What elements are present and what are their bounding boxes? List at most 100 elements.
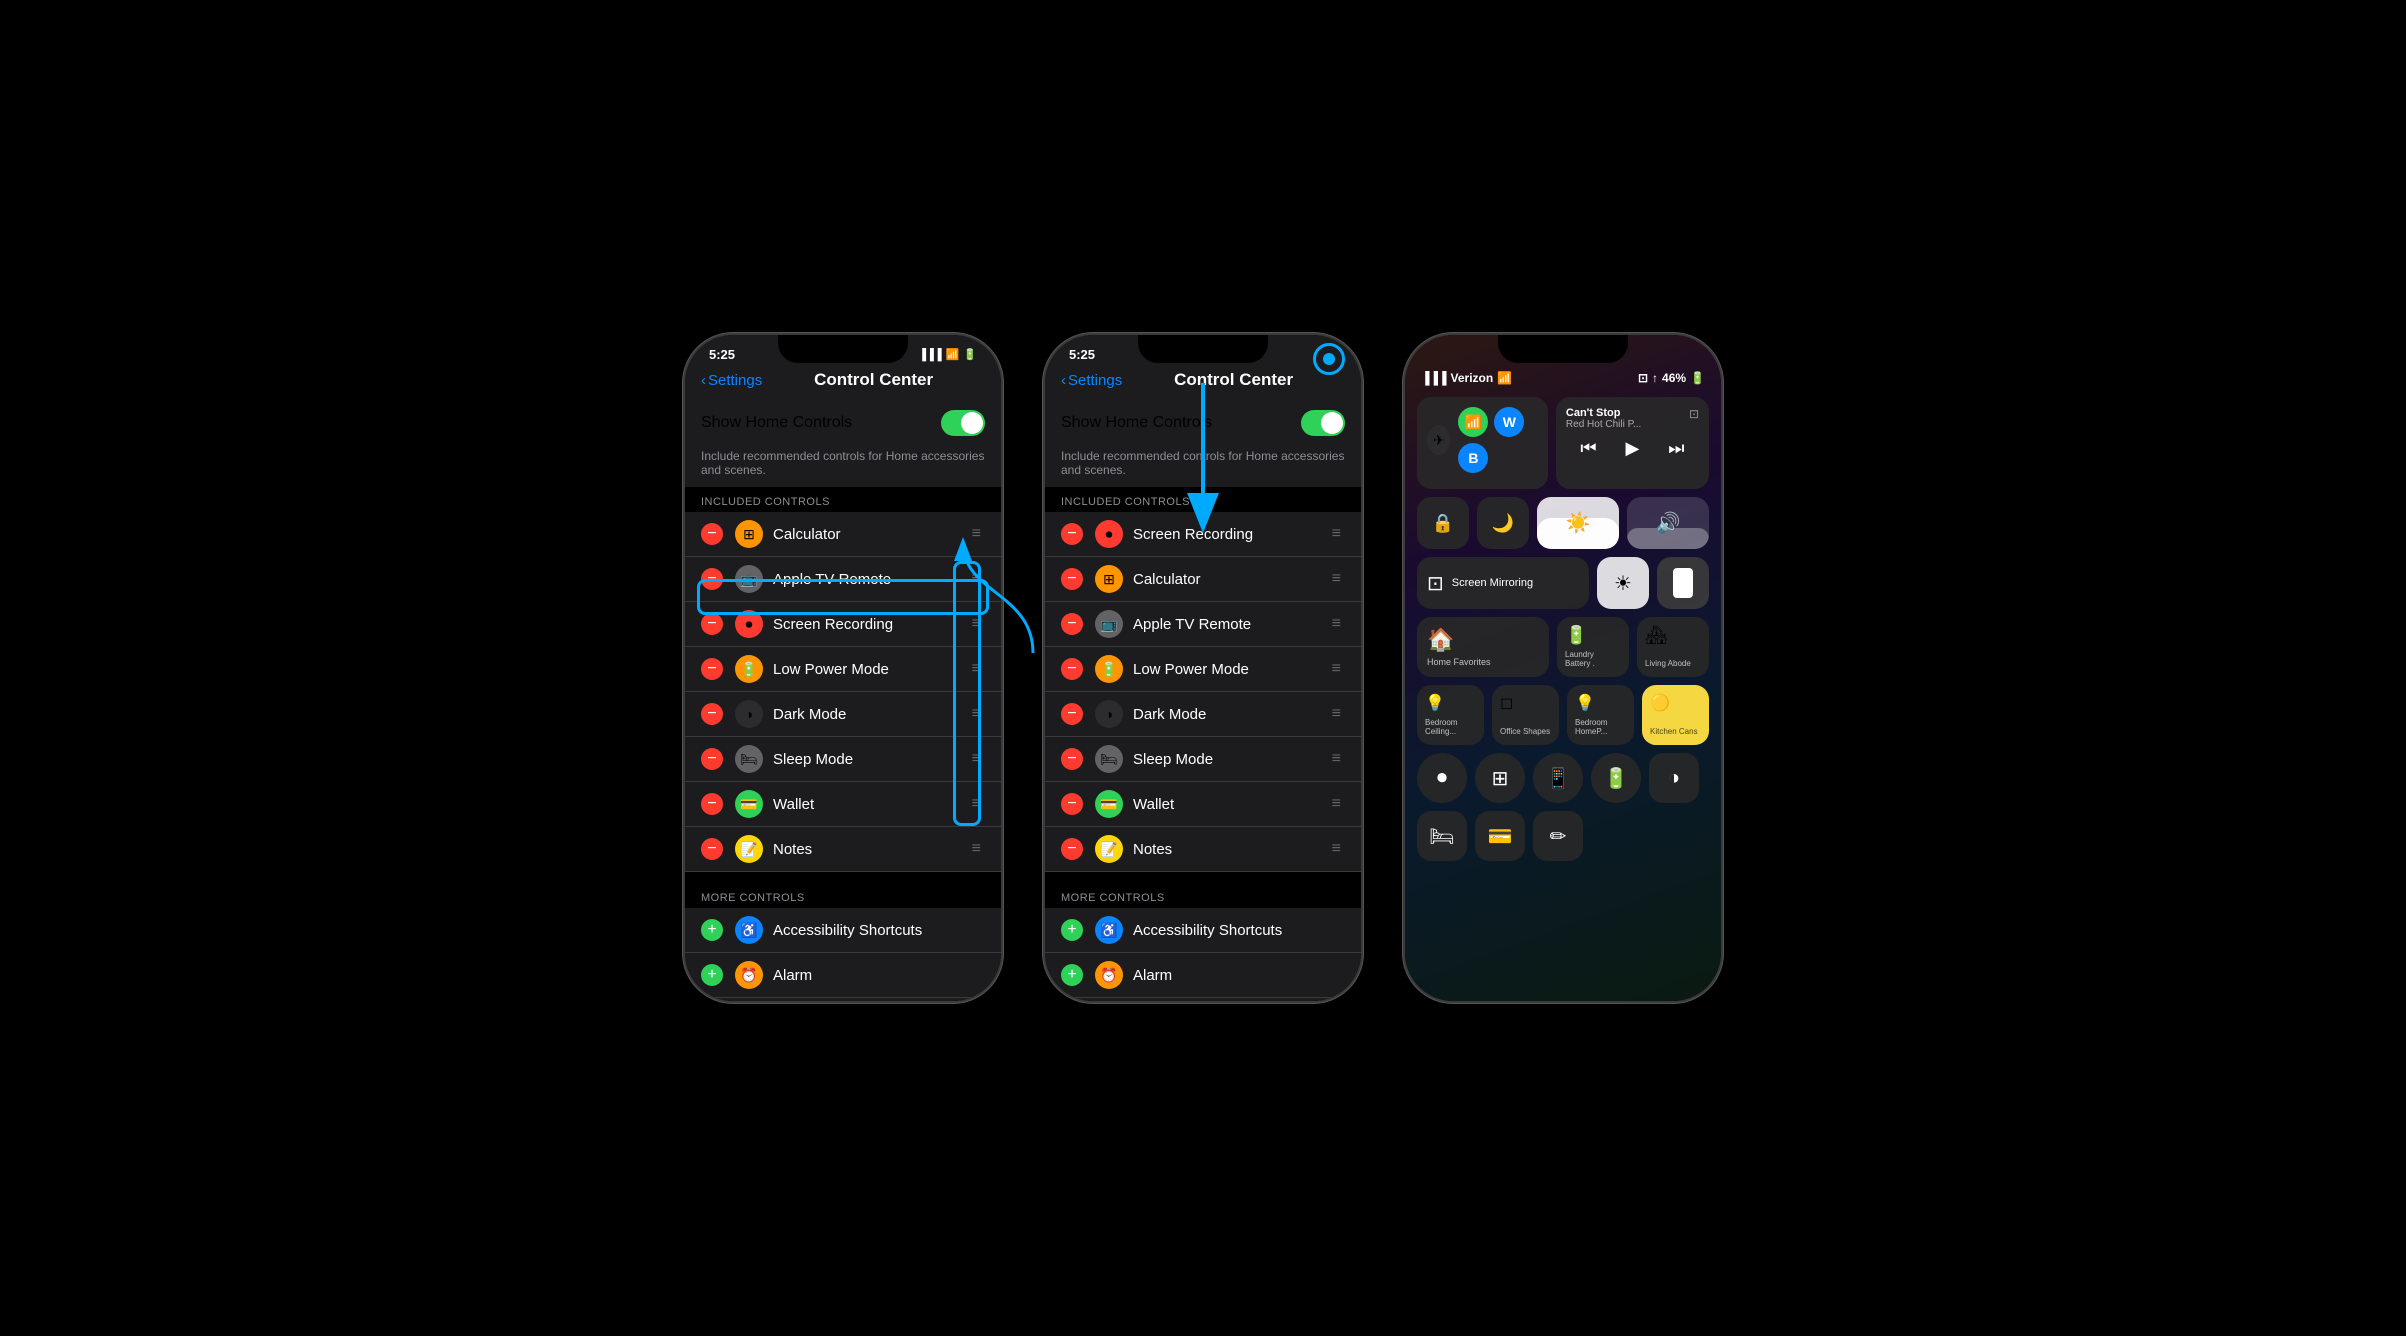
drag-handle[interactable]: ≡: [1328, 836, 1345, 862]
drag-handle[interactable]: ≡: [1328, 656, 1345, 682]
forward-icon[interactable]: ⏭: [1668, 438, 1684, 459]
list-item[interactable]: ♿ Accessibility Shortcuts: [685, 908, 1001, 953]
list-item[interactable]: 📝 Notes ≡: [685, 827, 1001, 872]
cc-calc-btn[interactable]: ⊞: [1475, 753, 1525, 803]
cc-notes-btn[interactable]: ✏: [1533, 811, 1583, 861]
recording-indicator: [1313, 343, 1345, 375]
plus-btn-accessibility[interactable]: [701, 919, 723, 941]
cc-carrier-label: Verizon: [1451, 371, 1494, 385]
cc-laundry-battery[interactable]: 🔋 Laundry Battery .: [1557, 617, 1629, 677]
cc-music-controls[interactable]: ⏮ ▶ ⏭: [1566, 438, 1699, 459]
bluetooth-icon[interactable]: B: [1458, 443, 1488, 473]
drag-handle[interactable]: ≡: [1328, 521, 1345, 547]
list-item[interactable]: 📝 Notes ≡: [1045, 827, 1361, 872]
minus-btn-lp2[interactable]: [1061, 658, 1083, 680]
plus-btn-alarm[interactable]: [701, 964, 723, 986]
volume-icon: 🔊: [1656, 511, 1681, 536]
minus-btn-sr[interactable]: [1061, 523, 1083, 545]
calculator-icon: ⊞: [735, 520, 763, 548]
list-item[interactable]: ◑ Dark Mode ≡: [1045, 692, 1361, 737]
phone3-notch: [1498, 335, 1628, 363]
cc-screen-mirroring[interactable]: ⊡ Screen Mirroring: [1417, 557, 1589, 609]
phone1-back-label[interactable]: Settings: [708, 372, 762, 389]
phone1-notch: [778, 335, 908, 363]
cc-battery-pct: 46%: [1662, 371, 1686, 385]
play-icon[interactable]: ▶: [1626, 438, 1640, 459]
minus-btn-darkmode[interactable]: [701, 703, 723, 725]
list-item[interactable]: 🔋 Low Power Mode ≡: [1045, 647, 1361, 692]
drag-handle[interactable]: ≡: [1328, 611, 1345, 637]
signal-bars-icon: ▐▐▐: [1421, 371, 1447, 385]
minus-btn-calculator[interactable]: [701, 523, 723, 545]
cc-sleep-btn[interactable]: 🛏: [1417, 811, 1467, 861]
cc-shapes-row: 💡 Bedroom Ceiling... ◻ Office Shapes 💡 B…: [1417, 685, 1709, 745]
drag-handle[interactable]: ≡: [1328, 746, 1345, 772]
phone1-toggle-label: Show Home Controls: [701, 414, 852, 432]
minus-btn-wallet[interactable]: [701, 793, 723, 815]
calc2-icon: ⊞: [1095, 565, 1123, 593]
cc-remote-btn[interactable]: 📱: [1533, 753, 1583, 803]
cc-kitchen-cans[interactable]: 🟡 Kitchen Cans: [1642, 685, 1709, 745]
phone2-back[interactable]: ‹ Settings: [1061, 372, 1122, 389]
phone1-back[interactable]: ‹ Settings: [701, 372, 762, 389]
rewind-icon[interactable]: ⏮: [1580, 438, 1596, 459]
plus-btn-alm2[interactable]: [1061, 964, 1083, 986]
list-item[interactable]: ⏰ Alarm: [1045, 953, 1361, 998]
cc-wifi-icon: 📶: [1497, 371, 1512, 385]
phone2-toggle[interactable]: [1301, 410, 1345, 436]
sr-label: Screen Recording: [1133, 526, 1328, 543]
phone1-toggle[interactable]: [941, 410, 985, 436]
minus-btn-atv2[interactable]: [1061, 613, 1083, 635]
cc-bedroom-ceiling[interactable]: 💡 Bedroom Ceiling...: [1417, 685, 1484, 745]
list-item[interactable]: 📺 Apple TV Remote ≡: [1045, 602, 1361, 647]
cc-airplane-row[interactable]: ✈ 📶 W B: [1427, 407, 1538, 473]
cc-office-shapes[interactable]: ◻ Office Shapes: [1492, 685, 1559, 745]
alm2-icon: ⏰: [1095, 961, 1123, 989]
cc-battery-btn[interactable]: 🔋: [1591, 753, 1641, 803]
signal-icon: ▐▐▐: [918, 349, 941, 361]
list-item[interactable]: 🛏 Sleep Mode ≡: [1045, 737, 1361, 782]
list-item[interactable]: ⊞ Calculator ≡: [1045, 557, 1361, 602]
minus-btn-lowpower[interactable]: [701, 658, 723, 680]
minus-btn-dm2[interactable]: [1061, 703, 1083, 725]
cc-dark-mode[interactable]: 🌙: [1477, 497, 1529, 549]
sleep-icon: 🛏: [735, 745, 763, 773]
list-item[interactable]: ⏺ Screen Recording ≡: [1045, 512, 1361, 557]
cc-volume-slider[interactable]: 🔊: [1627, 497, 1709, 549]
cellular-icon[interactable]: 📶: [1458, 407, 1488, 437]
minus-btn-wl2[interactable]: [1061, 793, 1083, 815]
phone2-content: Show Home Controls Include recommended c…: [1045, 398, 1361, 1001]
cc-screen-lock[interactable]: 🔒: [1417, 497, 1469, 549]
wifi-toggle-icon[interactable]: W: [1494, 407, 1524, 437]
cc-darkmode-btn[interactable]: ◑: [1649, 753, 1699, 803]
cc-screen-rec-btn[interactable]: ⏺: [1417, 753, 1467, 803]
drag-handle[interactable]: ≡: [1328, 566, 1345, 592]
cc-home-favorites[interactable]: 🏠 Home Favorites: [1417, 617, 1549, 677]
minus-btn-nt2[interactable]: [1061, 838, 1083, 860]
minus-btn-calc2[interactable]: [1061, 568, 1083, 590]
list-item[interactable]: ♿ Accessibility Shortcuts: [1045, 908, 1361, 953]
list-item[interactable]: 📷 Camera: [1045, 998, 1361, 1001]
minus-btn-screenrecording[interactable]: [701, 613, 723, 635]
cc-brightness-slider[interactable]: ☀️: [1537, 497, 1619, 549]
cc-living-abode[interactable]: 🏘 Living Abode: [1637, 617, 1709, 677]
cc-bedroom-homep[interactable]: 💡 Bedroom HomeP...: [1567, 685, 1634, 745]
drag-handle[interactable]: ≡: [1328, 701, 1345, 727]
list-item[interactable]: 📷 Camera: [685, 998, 1001, 1001]
minus-btn-sl2[interactable]: [1061, 748, 1083, 770]
airplay-music-icon[interactable]: ⊡: [1689, 407, 1699, 421]
phone2-toggle-row[interactable]: Show Home Controls: [1045, 398, 1361, 448]
drag-handle[interactable]: ≡: [968, 836, 985, 862]
phone1-toggle-row[interactable]: Show Home Controls: [685, 398, 1001, 448]
phone2-notch: [1138, 335, 1268, 363]
phone2-back-label[interactable]: Settings: [1068, 372, 1122, 389]
list-item[interactable]: ⏰ Alarm: [685, 953, 1001, 998]
plus-btn-acc2[interactable]: [1061, 919, 1083, 941]
nt2-label: Notes: [1133, 841, 1328, 858]
minus-btn-notes[interactable]: [701, 838, 723, 860]
list-item[interactable]: 💳 Wallet ≡: [1045, 782, 1361, 827]
home-fav-label: Home Favorites: [1427, 657, 1539, 667]
cc-wallet-btn[interactable]: 💳: [1475, 811, 1525, 861]
minus-btn-sleep[interactable]: [701, 748, 723, 770]
drag-handle[interactable]: ≡: [1328, 791, 1345, 817]
